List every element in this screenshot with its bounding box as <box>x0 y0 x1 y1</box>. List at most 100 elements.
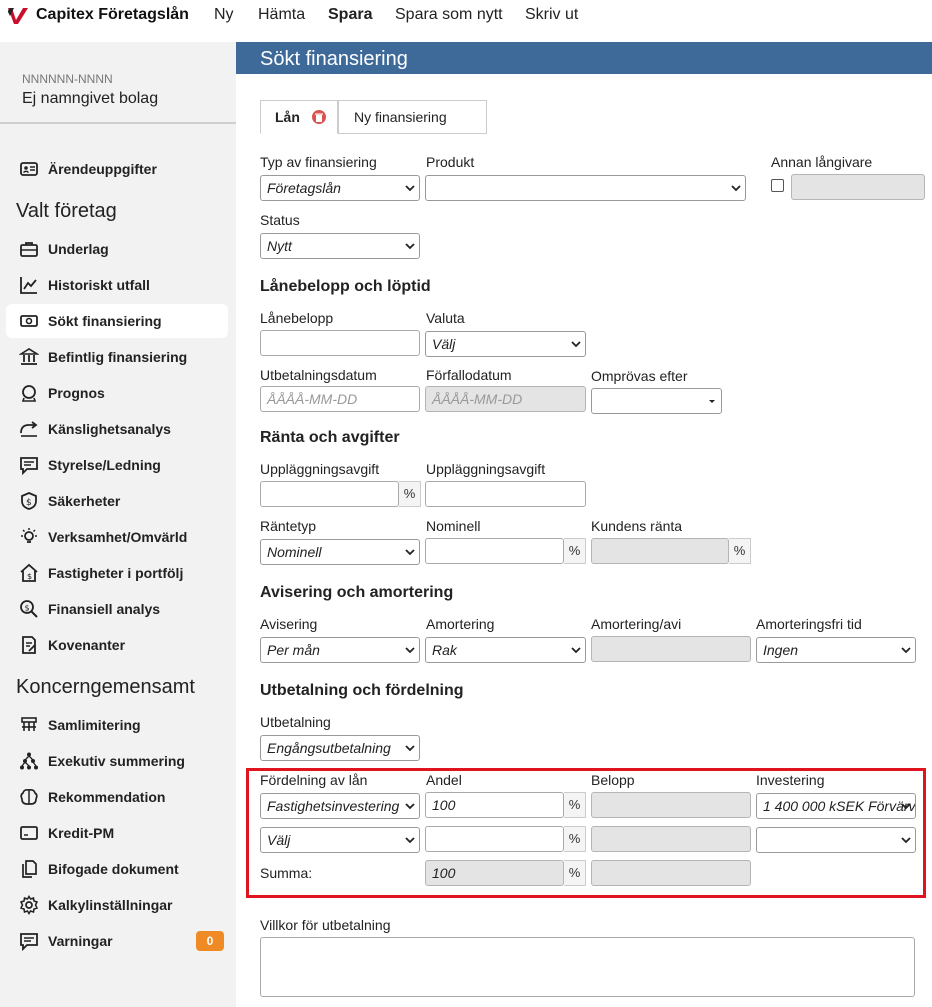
sidebar-item-kovenanter[interactable]: Kovenanter <box>6 628 228 662</box>
nav-spara[interactable]: Spara <box>328 6 372 24</box>
sidebar: NNNNNN-NNNN Ej namngivet bolag Ärendeupp… <box>0 42 236 1007</box>
lanebelopp-input[interactable] <box>260 330 420 356</box>
tab-lan[interactable]: Lån <box>260 100 338 134</box>
label-forfallodatum: Förfallodatum <box>426 367 512 383</box>
arrow-turn-icon <box>18 418 40 440</box>
chevron-down-icon <box>731 185 741 192</box>
sidebar-item-varningar[interactable]: Varningar 0 <box>6 924 228 958</box>
sidebar-item-samlimitering[interactable]: Samlimitering <box>6 708 228 742</box>
annan-langivare-checkbox[interactable] <box>771 179 784 192</box>
sidebar-item-label: Sökt finansiering <box>48 313 162 329</box>
sidebar-item-arendeuppgifter[interactable]: Ärendeuppgifter <box>6 152 228 186</box>
forfallodatum-input[interactable]: ÅÅÅÅ-MM-DD <box>425 386 586 412</box>
chevron-down-icon <box>405 185 415 192</box>
status-select[interactable]: Nytt <box>260 233 420 259</box>
upplaggningsavgift-pct-input[interactable] <box>260 481 399 507</box>
sidebar-item-underlag[interactable]: Underlag <box>6 232 228 266</box>
sidebar-item-sakerheter[interactable]: $ Säkerheter <box>6 484 228 518</box>
nav-skriv-ut[interactable]: Skriv ut <box>525 6 578 24</box>
sidebar-item-historiskt-utfall[interactable]: Historiskt utfall <box>6 268 228 302</box>
summa-andel-field: 100 <box>425 860 564 886</box>
amortering-select[interactable]: Rak <box>425 637 586 663</box>
sidebar-item-befintlig-finansiering[interactable]: Befintlig finansiering <box>6 340 228 374</box>
sidebar-item-label: Prognos <box>48 385 105 401</box>
investering-select-2[interactable] <box>756 827 916 853</box>
tab-label: Lån <box>275 109 300 125</box>
sidebar-item-kanslighetsanalys[interactable]: Känslighetsanalys <box>6 412 228 446</box>
sidebar-item-prognos[interactable]: Prognos <box>6 376 228 410</box>
summa-value: 100 <box>432 865 456 881</box>
chevron-down-icon <box>901 837 911 844</box>
delete-tab-icon[interactable] <box>311 110 326 124</box>
produkt-select[interactable] <box>425 175 746 201</box>
section-ranta: Ränta och avgifter <box>260 429 400 446</box>
chevron-down-icon <box>405 803 415 810</box>
sidebar-item-bifogade-dokument[interactable]: Bifogade dokument <box>6 852 228 886</box>
investering-select-1[interactable]: 1 400 000 kSEK Förvärv <box>756 793 916 819</box>
sidebar-item-label: Säkerheter <box>48 493 121 509</box>
sidebar-item-kredit-pm[interactable]: Kredit-PM <box>6 816 228 850</box>
percent-addon: % <box>399 481 421 507</box>
upplaggningsavgift-amount-input[interactable] <box>425 481 586 507</box>
label-upplaggningsavgift-pct: Uppläggningsavgift <box>260 461 380 477</box>
placeholder: ÅÅÅÅ-MM-DD <box>267 391 358 407</box>
sidebar-item-label: Underlag <box>48 241 109 257</box>
utbetalning-select[interactable]: Engångsutbetalning <box>260 735 420 761</box>
sidebar-item-rekommendation[interactable]: Rekommendation <box>6 780 228 814</box>
tab-ny-finansiering[interactable]: Ny finansiering <box>338 100 487 134</box>
label-amortering-avi: Amortering/avi <box>591 616 682 632</box>
sidebar-item-styrelse-ledning[interactable]: Styrelse/Ledning <box>6 448 228 482</box>
belopp-field-1 <box>591 792 751 818</box>
nominell-input[interactable] <box>425 538 564 564</box>
gear-icon <box>18 894 40 916</box>
label-amorteringsfri-tid: Amorteringsfri tid <box>756 616 862 632</box>
fordelning-select-1[interactable]: Fastighetsinvestering <box>260 793 420 819</box>
sidebar-item-finansiell-analys[interactable]: $ Finansiell analys <box>6 592 228 626</box>
label-produkt: Produkt <box>426 154 475 170</box>
omprovas-efter-select[interactable] <box>591 388 722 414</box>
label-andel: Andel <box>426 772 462 788</box>
label-nominell: Nominell <box>426 518 481 534</box>
sidebar-item-sokt-finansiering[interactable]: Sökt finansiering <box>6 304 228 338</box>
annan-langivare-field[interactable] <box>791 174 925 200</box>
sidebar-item-exekutiv-summering[interactable]: Exekutiv summering <box>6 744 228 778</box>
typ-av-finansiering-select[interactable]: Företagslån <box>260 175 420 201</box>
lightbulb-icon <box>18 526 40 548</box>
valuta-select[interactable]: Välj <box>425 331 586 357</box>
chevron-down-icon <box>405 549 415 556</box>
sidebar-item-label: Kalkylinställningar <box>48 897 173 913</box>
sidebar-item-verksamhet-omvarld[interactable]: Verksamhet/Omvärld <box>6 520 228 554</box>
warnings-count-badge: 0 <box>196 931 224 951</box>
label-fordelning-av-lan: Fördelning av lån <box>260 772 368 788</box>
sidebar-item-fastigheter-i-portfolj[interactable]: $ Fastigheter i portfölj <box>6 556 228 590</box>
label-annan-langivare: Annan långivare <box>771 154 873 170</box>
chevron-down-icon <box>405 647 415 654</box>
label-lanebelopp: Lånebelopp <box>260 310 334 326</box>
sidebar-item-label: Rekommendation <box>48 789 166 805</box>
avisering-select[interactable]: Per mån <box>260 637 420 663</box>
chevron-down-icon <box>405 837 415 844</box>
nav-ny[interactable]: Ny <box>214 6 234 24</box>
house-icon: $ <box>18 562 40 584</box>
nav-hamta[interactable]: Hämta <box>258 6 305 24</box>
brain-icon <box>18 786 40 808</box>
label-status: Status <box>260 212 300 228</box>
sidebar-item-label: Samlimitering <box>48 717 141 733</box>
search-dollar-icon: $ <box>18 598 40 620</box>
rantetyp-select[interactable]: Nominell <box>260 539 420 565</box>
andel-input-2[interactable] <box>425 826 564 852</box>
nav-spara-som-nytt[interactable]: Spara som nytt <box>395 6 503 24</box>
amorteringsfri-tid-select[interactable]: Ingen <box>756 637 916 663</box>
andel-input-1[interactable]: 100 <box>425 792 564 818</box>
sidebar-item-label: Varningar <box>48 933 113 949</box>
fordelning-select-2[interactable]: Välj <box>260 827 420 853</box>
comment-alert-icon <box>18 930 40 952</box>
sidebar-item-kalkylinstallningar[interactable]: Kalkylinställningar <box>6 888 228 922</box>
villkor-textarea[interactable] <box>260 937 915 997</box>
sidebar-item-label: Kredit-PM <box>48 825 115 841</box>
label-summa: Summa: <box>260 865 313 881</box>
chevron-down-icon <box>571 647 581 654</box>
briefcase-icon <box>18 238 40 260</box>
utbetalningsdatum-input[interactable]: ÅÅÅÅ-MM-DD <box>260 386 420 412</box>
comment-icon <box>18 454 40 476</box>
